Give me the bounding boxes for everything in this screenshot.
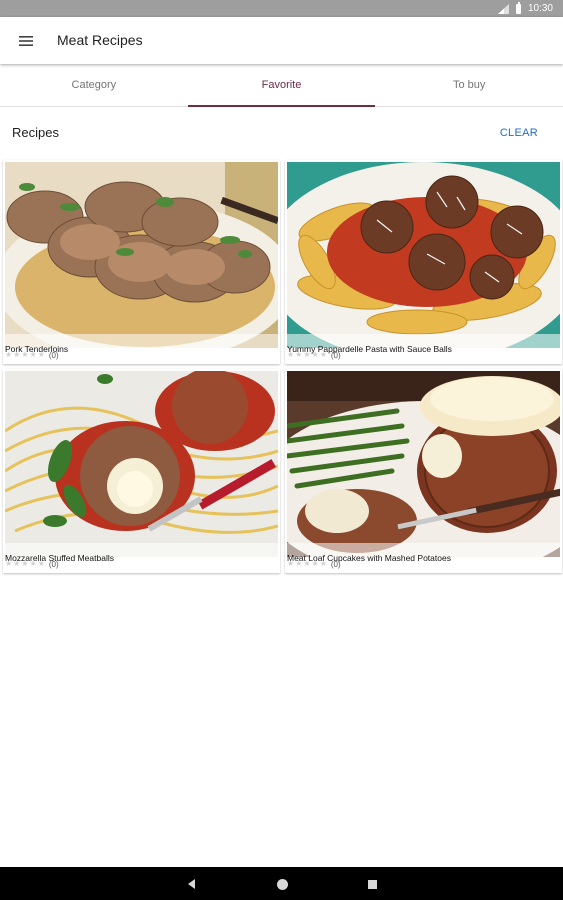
tab-bar: Category Favorite To buy xyxy=(0,64,563,107)
rating-row: ★ ★ ★ ★ ★ (0) xyxy=(287,558,341,570)
rating-row: ★ ★ ★ ★ ★ (0) xyxy=(287,349,341,361)
rating-count: (0) xyxy=(48,559,59,569)
star-icon: ★ xyxy=(303,350,311,359)
signal-icon xyxy=(497,3,509,14)
star-icon: ★ xyxy=(295,350,303,359)
star-icon: ★ xyxy=(13,350,21,359)
star-icon: ★ xyxy=(311,559,319,568)
recipe-image xyxy=(5,371,278,557)
rating-count: (0) xyxy=(330,350,341,360)
star-icon: ★ xyxy=(287,559,295,568)
section-title: Recipes xyxy=(12,125,59,140)
back-button[interactable] xyxy=(184,877,198,891)
recipe-image xyxy=(287,371,560,557)
status-time: 10:30 xyxy=(527,3,553,14)
recipe-image xyxy=(287,162,560,348)
home-icon xyxy=(276,878,288,890)
app-title: Meat Recipes xyxy=(57,32,143,48)
menu-icon xyxy=(19,36,33,46)
rating-count: (0) xyxy=(48,350,59,360)
star-icon: ★ xyxy=(287,350,295,359)
star-icon: ★ xyxy=(311,350,319,359)
recipe-card[interactable]: Mozzarella Stuffed Meatballs ★ ★ ★ ★ ★ (… xyxy=(3,369,280,573)
star-icon: ★ xyxy=(303,559,311,568)
star-icon: ★ xyxy=(29,350,37,359)
section-header: Recipes CLEAR xyxy=(0,107,563,159)
rating-count: (0) xyxy=(330,559,341,569)
star-icon: ★ xyxy=(319,350,327,359)
app-bar: Meat Recipes xyxy=(0,17,563,64)
recipe-card[interactable]: Pork Tenderloins ★ ★ ★ ★ ★ (0) xyxy=(3,160,280,364)
star-icon: ★ xyxy=(5,559,13,568)
recents-button[interactable] xyxy=(365,877,379,891)
star-icon: ★ xyxy=(319,559,327,568)
star-icon: ★ xyxy=(29,559,37,568)
status-bar: 10:30 xyxy=(0,0,563,17)
star-icon: ★ xyxy=(295,559,303,568)
home-button[interactable] xyxy=(275,877,289,891)
recipe-card[interactable]: Yummy Pappardelle Pasta with Sauce Balls… xyxy=(285,160,562,364)
star-icon: ★ xyxy=(5,350,13,359)
recents-icon xyxy=(367,879,377,889)
tab-favorite[interactable]: Favorite xyxy=(187,64,376,107)
rating-row: ★ ★ ★ ★ ★ (0) xyxy=(5,558,59,570)
battery-icon xyxy=(515,1,521,14)
menu-button[interactable] xyxy=(14,32,38,50)
recipe-image xyxy=(5,162,278,348)
star-icon: ★ xyxy=(21,559,29,568)
back-icon xyxy=(187,879,195,889)
star-icon: ★ xyxy=(37,559,45,568)
rating-row: ★ ★ ★ ★ ★ (0) xyxy=(5,349,59,361)
recipe-grid: Pork Tenderloins ★ ★ ★ ★ ★ (0) Yummy Pap… xyxy=(3,160,562,573)
tab-to-buy[interactable]: To buy xyxy=(375,64,563,106)
system-nav-bar xyxy=(0,867,563,900)
status-icons: 10:30 xyxy=(497,0,553,17)
star-icon: ★ xyxy=(13,559,21,568)
tab-category[interactable]: Category xyxy=(0,64,188,106)
recipe-card[interactable]: Meat Loaf Cupcakes with Mashed Potatoes … xyxy=(285,369,562,573)
clear-button[interactable]: CLEAR xyxy=(500,127,538,139)
star-icon: ★ xyxy=(21,350,29,359)
star-icon: ★ xyxy=(37,350,45,359)
